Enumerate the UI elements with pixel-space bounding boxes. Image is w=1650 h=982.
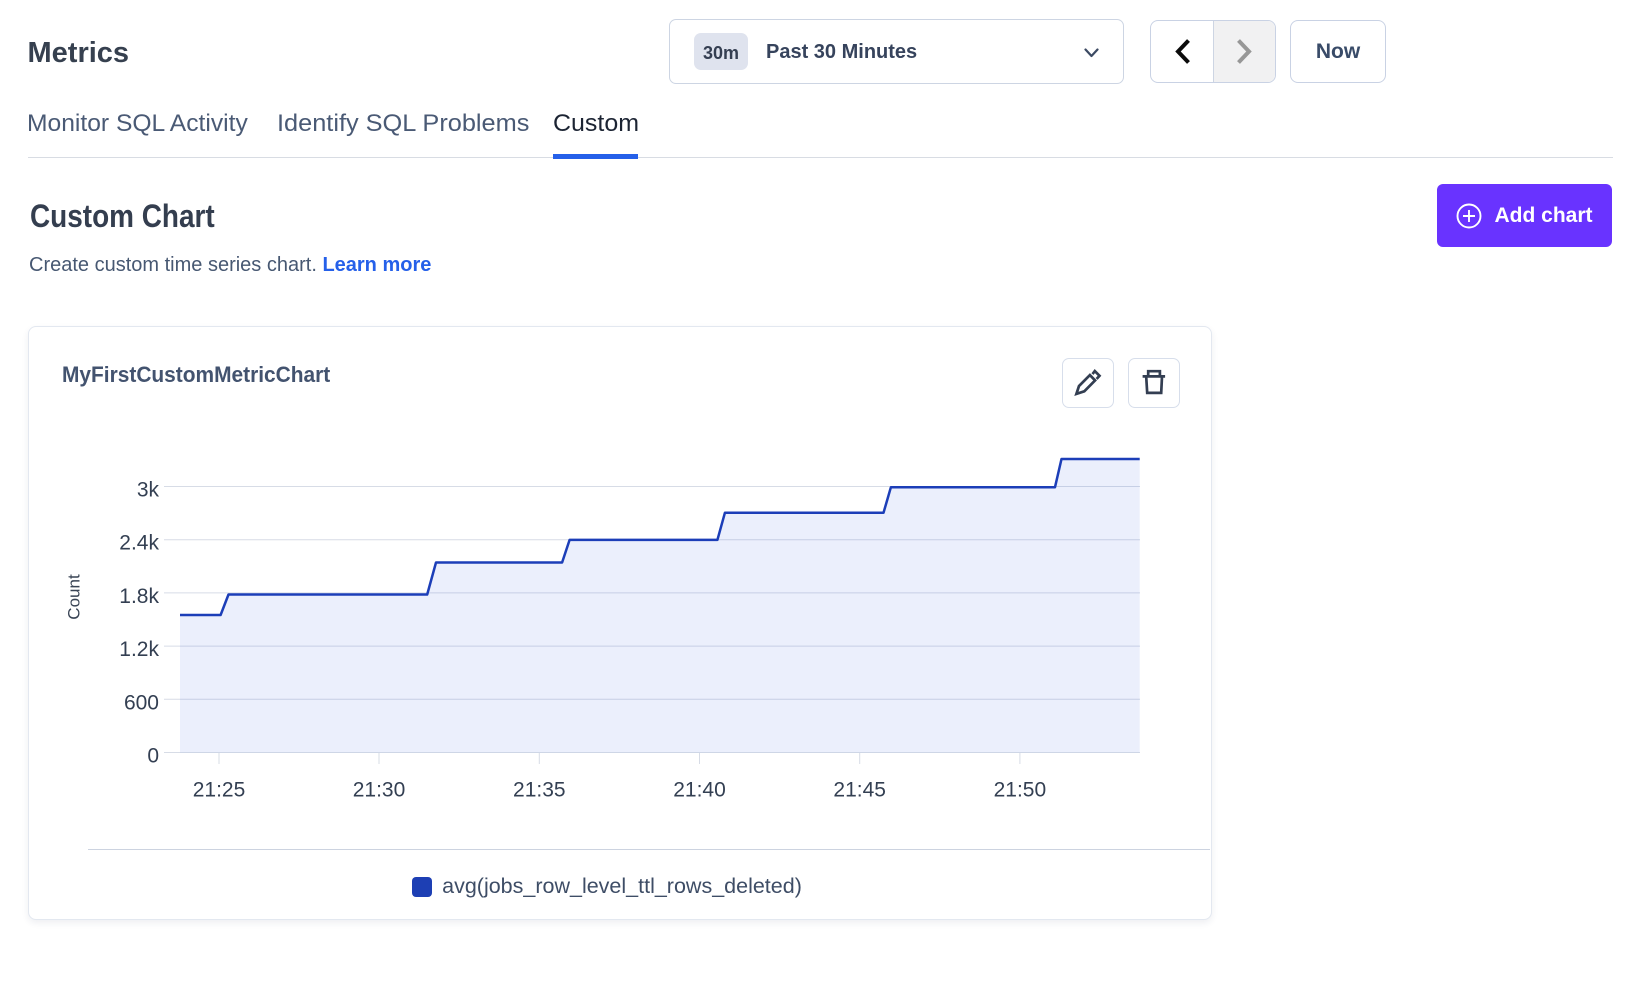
svg-text:21:45: 21:45 xyxy=(833,779,886,802)
svg-text:600: 600 xyxy=(124,691,159,714)
svg-text:21:25: 21:25 xyxy=(193,779,246,802)
svg-text:1.2k: 1.2k xyxy=(119,638,159,661)
svg-text:21:40: 21:40 xyxy=(673,779,726,802)
svg-text:0: 0 xyxy=(147,745,159,768)
svg-text:3k: 3k xyxy=(137,479,160,502)
svg-text:21:50: 21:50 xyxy=(994,779,1047,802)
svg-text:21:35: 21:35 xyxy=(513,779,566,802)
svg-text:Count: Count xyxy=(65,574,84,620)
svg-text:1.8k: 1.8k xyxy=(119,585,159,608)
svg-text:2.4k: 2.4k xyxy=(119,532,159,555)
svg-text:21:30: 21:30 xyxy=(353,779,406,802)
